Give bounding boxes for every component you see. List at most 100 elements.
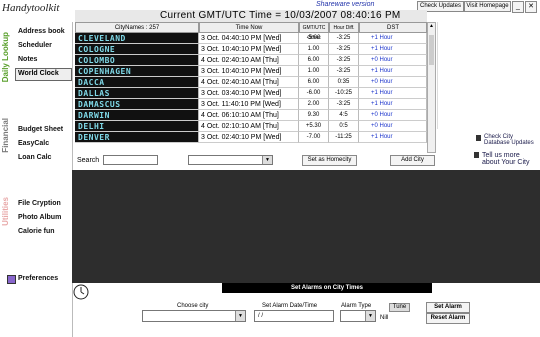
sidebar-item-address-book[interactable]: Address book (18, 28, 65, 35)
diff-cell: -10:25 (329, 88, 359, 99)
sidebar-item-file-cryption[interactable]: File Cryption (18, 200, 61, 207)
choose-city-select[interactable]: ▼ (142, 310, 246, 322)
offset-cell: +5.30 (299, 121, 329, 132)
gmt-time-display: Current GMT/UTC Time = 10/03/2007 08:40:… (160, 10, 401, 21)
table-row[interactable]: DALLAS 3 Oct. 03:40:10 PM [Wed] -6.00 -1… (75, 88, 427, 99)
tune-button[interactable]: Tune (389, 303, 410, 312)
sidebar-item-easycalc[interactable]: EasyCalc (18, 140, 49, 147)
database-icon (476, 135, 481, 141)
city-detail-panel (437, 22, 540, 129)
alarm-date-label: Set Alarm Date/Time (262, 303, 318, 309)
timezone-select[interactable]: ▼ (188, 155, 273, 165)
table-row[interactable]: CLEVELAND 3 Oct. 04:40:10 PM [Wed] -5.00… (75, 33, 427, 44)
chevron-down-icon[interactable]: ▼ (365, 311, 375, 321)
diff-cell: -3:25 (329, 99, 359, 110)
sidebar-item-calorie-fun[interactable]: Calorie fun (18, 228, 55, 235)
city-cell: DELHI (75, 121, 199, 132)
dst-cell: +1 Hour (359, 132, 427, 143)
alarm-date-input[interactable]: / / (254, 310, 334, 322)
sidebar-item-preferences[interactable]: Preferences (18, 275, 58, 282)
search-label: Search (77, 157, 100, 164)
time-cell: 4 Oct. 02:10:10 AM [Thu] (199, 121, 299, 132)
diff-cell: 0:35 (329, 77, 359, 88)
city-table: CityNames : 257 Time Now GMT/UTC Offset … (75, 22, 427, 153)
alarm-type-select[interactable]: ▼ (340, 310, 376, 322)
sidebar-item-notes[interactable]: Notes (18, 56, 37, 63)
document-icon (474, 152, 479, 158)
tell-us-city-link[interactable]: Tell us more about Your City (482, 152, 538, 166)
sidebar-item-scheduler[interactable]: Scheduler (18, 42, 52, 49)
reset-alarm-button[interactable]: Reset Alarm (426, 313, 470, 324)
world-map-area (72, 170, 540, 283)
chevron-down-icon[interactable]: ▼ (262, 156, 272, 164)
table-row[interactable]: COPENHAGEN 3 Oct. 10:40:10 PM [Wed] 1.00… (75, 66, 427, 77)
alarm-section-title: Set Alarms on City Times (222, 283, 432, 293)
set-homecity-button[interactable]: Set as Homecity (302, 155, 357, 166)
dst-cell: +0 Hour (359, 77, 427, 88)
time-cell: 3 Oct. 03:40:10 PM [Wed] (199, 88, 299, 99)
offset-cell: 1.00 (299, 44, 329, 55)
add-city-button[interactable]: Add City (390, 155, 435, 166)
column-header-time[interactable]: Time Now (199, 22, 299, 33)
offset-cell: -5.00 (299, 33, 329, 44)
time-cell: 4 Oct. 02:40:10 AM [Thu] (199, 77, 299, 88)
scroll-up-icon[interactable]: ▲ (429, 24, 434, 29)
time-cell: 4 Oct. 06:10:10 AM [Thu] (199, 110, 299, 121)
city-cell: COPENHAGEN (75, 66, 199, 77)
time-cell: 3 Oct. 11:40:10 PM [Wed] (199, 99, 299, 110)
app-logo: Handytoolkit (2, 2, 60, 14)
offset-cell: 6.00 (299, 77, 329, 88)
column-header-diff[interactable]: Hour Diff. (329, 22, 359, 33)
diff-cell: -3:25 (329, 66, 359, 77)
section-label-utilities: Utilities (1, 197, 10, 226)
table-scrollbar[interactable]: ▲ (427, 22, 436, 153)
diff-cell: 0:5 (329, 121, 359, 132)
alarm-type-label: Alarm Type (341, 303, 372, 309)
check-city-database-link[interactable]: Check City Database Updates (484, 134, 540, 146)
minimize-button[interactable]: _ (512, 1, 524, 13)
diff-cell: -3:25 (329, 33, 359, 44)
offset-cell: -6.00 (299, 88, 329, 99)
time-cell: 3 Oct. 10:40:10 PM [Wed] (199, 44, 299, 55)
city-cell: COLOMBO (75, 55, 199, 66)
dst-cell: +1 Hour (359, 66, 427, 77)
preferences-icon (7, 275, 16, 284)
city-cell: DALLAS (75, 88, 199, 99)
scroll-thumb[interactable] (429, 35, 434, 65)
dst-cell: +1 Hour (359, 33, 427, 44)
visit-homepage-button[interactable]: Visit Homepage (464, 1, 511, 12)
table-row[interactable]: DACCA 4 Oct. 02:40:10 AM [Thu] 6.00 0:35… (75, 77, 427, 88)
time-cell: 3 Oct. 02:40:10 PM [Wed] (199, 132, 299, 143)
clock-icon (72, 283, 90, 301)
offset-cell: 2.00 (299, 99, 329, 110)
table-row[interactable]: COLOMBO 4 Oct. 02:40:10 AM [Thu] 6.00 -3… (75, 55, 427, 66)
diff-cell: -3:25 (329, 55, 359, 66)
table-row[interactable]: DENVER 3 Oct. 02:40:10 PM [Wed] -7.00 -1… (75, 132, 427, 143)
set-alarm-button[interactable]: Set Alarm (426, 302, 470, 313)
dst-cell: +0 Hour (359, 55, 427, 66)
column-header-city[interactable]: CityNames : 257 (75, 22, 199, 33)
column-header-dst[interactable]: DST (359, 22, 427, 33)
time-cell: 4 Oct. 02:40:10 AM [Thu] (199, 55, 299, 66)
sidebar-item-world-clock[interactable]: World Clock (15, 68, 72, 81)
table-row[interactable]: DARWIN 4 Oct. 06:10:10 AM [Thu] 9.30 4:5… (75, 110, 427, 121)
close-icon[interactable]: ✕ (525, 1, 537, 13)
time-cell: 3 Oct. 10:40:10 PM [Wed] (199, 66, 299, 77)
alarm-tune-value: Nill (380, 315, 389, 321)
table-row[interactable]: DAMASCUS 3 Oct. 11:40:10 PM [Wed] 2.00 -… (75, 99, 427, 110)
city-cell: CLEVELAND (75, 33, 199, 44)
table-row[interactable]: COLOGNE 3 Oct. 10:40:10 PM [Wed] 1.00 -3… (75, 44, 427, 55)
city-cell: DENVER (75, 132, 199, 143)
diff-cell: -3:25 (329, 44, 359, 55)
shareware-label: Shareware version (316, 1, 375, 8)
chevron-down-icon[interactable]: ▼ (235, 311, 245, 321)
search-input[interactable] (103, 155, 158, 165)
sidebar-item-loan-calc[interactable]: Loan Calc (18, 154, 51, 161)
sidebar-item-photo-album[interactable]: Photo Album (18, 214, 61, 221)
sidebar-item-budget-sheet[interactable]: Budget Sheet (18, 126, 63, 133)
city-cell: DAMASCUS (75, 99, 199, 110)
table-row[interactable]: DELHI 4 Oct. 02:10:10 AM [Thu] +5.30 0:5… (75, 121, 427, 132)
column-header-offset[interactable]: GMT/UTC Offset (299, 22, 329, 41)
time-cell: 3 Oct. 04:40:10 PM [Wed] (199, 33, 299, 44)
city-cell: COLOGNE (75, 44, 199, 55)
